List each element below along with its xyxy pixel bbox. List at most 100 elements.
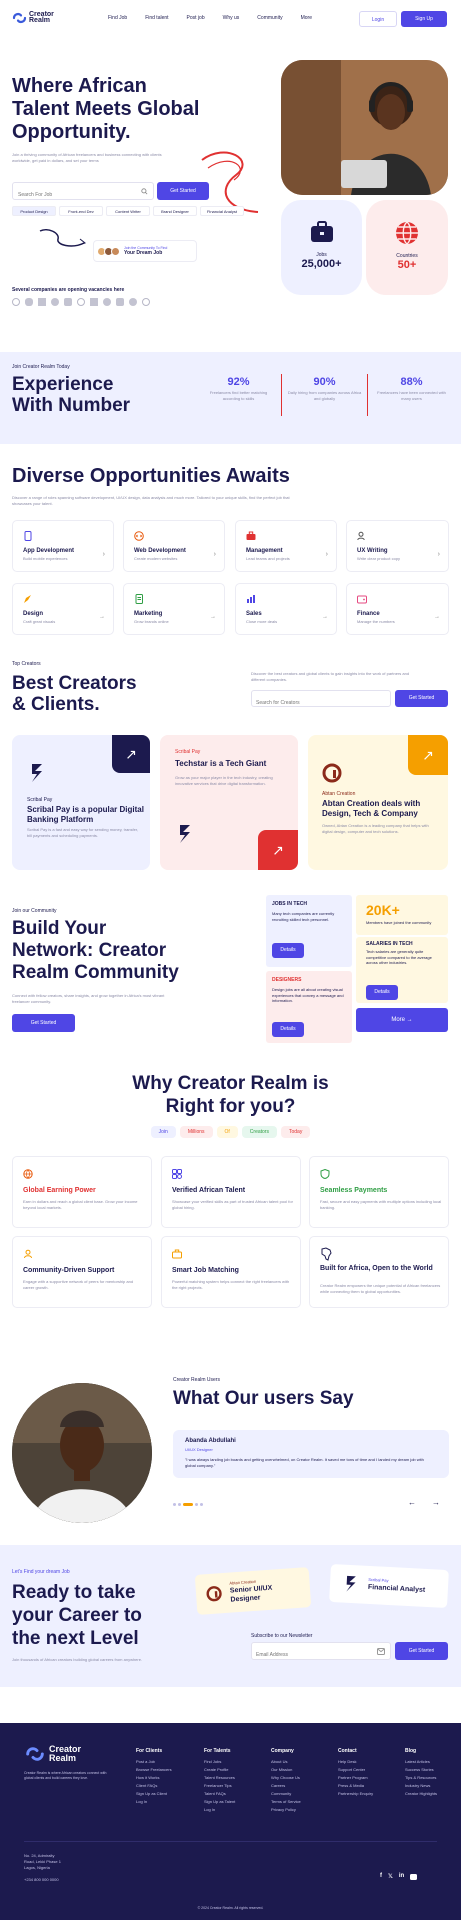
hero-tag-brand-designer[interactable]: Brand Designer: [153, 206, 197, 216]
footer-link[interactable]: Partnership Enquiry: [338, 1790, 373, 1798]
tile-details-button[interactable]: Details: [272, 1022, 304, 1037]
footer-link[interactable]: Talent FAQs: [204, 1790, 235, 1798]
hero-get-started-button[interactable]: Get Started: [157, 182, 209, 200]
category-card-management[interactable]: Management Lead teams and projects ›: [235, 520, 337, 572]
nav-why-us[interactable]: Why us: [223, 15, 240, 21]
tile-details-button[interactable]: Details: [272, 943, 304, 958]
category-card-marketing[interactable]: Marketing Grow brands online →: [123, 583, 225, 635]
creator-card-tag: Scribal Pay: [175, 749, 201, 755]
category-card-web-development[interactable]: Web Development Create modern websites ›: [123, 520, 225, 572]
nav-find-job[interactable]: Find Job: [108, 15, 127, 21]
carousel-dot[interactable]: [178, 1503, 181, 1506]
brand-logo[interactable]: Creator Realm: [12, 11, 54, 24]
signup-button[interactable]: Sign Up: [401, 11, 447, 27]
linkedin-icon[interactable]: in: [399, 1873, 404, 1880]
category-card-sales[interactable]: Sales Close more deals →: [235, 583, 337, 635]
footer-link[interactable]: Careers: [271, 1782, 301, 1790]
community-more-button[interactable]: More →: [356, 1008, 448, 1032]
cta-get-started-button[interactable]: Get Started: [395, 1642, 448, 1660]
testimonial-quote: "I was always landing job boards and get…: [185, 1457, 424, 1468]
hero-tag-product-design[interactable]: Product Design: [12, 206, 56, 216]
creator-card-abtan[interactable]: ↗ Abtan Creation Abtan Creation deals wi…: [308, 735, 448, 870]
search-icon[interactable]: [141, 188, 148, 195]
hero-tag-content-writer[interactable]: Content Writer: [106, 206, 150, 216]
arrow-left-icon[interactable]: ←: [408, 1498, 416, 1507]
footer-link[interactable]: Talent Resources: [204, 1774, 235, 1782]
hero-search-input[interactable]: [18, 187, 128, 203]
youtube-icon[interactable]: [410, 1874, 418, 1880]
abtan-logo-icon: [322, 763, 342, 783]
testimonial-card: Abanda Abdullahi UI/UX Designer "I was a…: [173, 1430, 449, 1478]
footer-link[interactable]: Community: [271, 1790, 301, 1798]
footer-link[interactable]: Help Desk: [338, 1758, 373, 1766]
footer-link[interactable]: About Us: [271, 1758, 301, 1766]
company-logo-icon: [51, 298, 59, 306]
category-card-design[interactable]: Design Craft great visuals →: [12, 583, 114, 635]
hero-tag-financial-analyst[interactable]: Financial Analyst: [200, 206, 244, 216]
footer-logo[interactable]: Creator Realm: [24, 1745, 81, 1763]
bar-chart-icon: [247, 595, 255, 603]
footer-link[interactable]: Press & Media: [338, 1782, 373, 1790]
category-card-app-development[interactable]: App Development Build mobile experiences…: [12, 520, 114, 572]
footer-desc: Creator Realm is where African creators …: [24, 1771, 107, 1780]
footer-link[interactable]: Privacy Policy: [271, 1806, 301, 1814]
footer-link[interactable]: Partner Program: [338, 1774, 373, 1782]
community-get-started-button[interactable]: Get Started: [12, 1014, 75, 1032]
carousel-dot[interactable]: [195, 1503, 198, 1506]
nav-post-job[interactable]: Post job: [187, 15, 205, 21]
x-twitter-icon[interactable]: 𝕏: [388, 1873, 393, 1880]
footer-link[interactable]: Why Choose Us: [271, 1774, 301, 1782]
carousel-dot[interactable]: [200, 1503, 203, 1506]
footer-link[interactable]: Industry News: [405, 1782, 437, 1790]
hero-tag-frontend[interactable]: Front-end Dev: [59, 206, 103, 216]
category-title: Web Development: [134, 548, 186, 554]
footer-link[interactable]: Client FAQs: [136, 1782, 172, 1790]
tile-details-button[interactable]: Details: [366, 985, 398, 1000]
creators-get-started-button[interactable]: Get Started: [395, 690, 448, 707]
tile-desc: Design jobs are all about creating visua…: [272, 987, 344, 1003]
footer-link[interactable]: Terms of Service: [271, 1798, 301, 1806]
footer-link[interactable]: Browse Freelancers: [136, 1766, 172, 1774]
category-card-ux-writing[interactable]: UX Writing Write clear product copy ›: [346, 520, 449, 572]
footer-link[interactable]: Freelancer Tips: [204, 1782, 235, 1790]
creator-card-scribal-pay[interactable]: ↗ Scribal Pay Scribal Pay is a popular D…: [12, 735, 150, 870]
why-pill: Today: [280, 1126, 311, 1138]
footer-link[interactable]: Support Center: [338, 1766, 373, 1774]
arrow-up-right-button[interactable]: ↗: [258, 830, 298, 870]
footer-link[interactable]: Post a Job: [136, 1758, 172, 1766]
feature-title: Built for Africa, Open to the World: [320, 1265, 433, 1272]
footer-link[interactable]: How it Works: [136, 1774, 172, 1782]
category-card-finance[interactable]: Finance Manage the numbers →: [346, 583, 449, 635]
testimonial-photo: [12, 1383, 152, 1523]
nav-more[interactable]: More: [301, 15, 312, 21]
footer-link[interactable]: Sign Up as Client: [136, 1790, 172, 1798]
footer-link[interactable]: Create Profile: [204, 1766, 235, 1774]
creator-card-techstar[interactable]: ↗ Scribal Pay Techstar is a Tech Giant G…: [160, 735, 298, 870]
footer-link[interactable]: Log In: [136, 1798, 172, 1806]
cta-section: Let's Find your dream Job Ready to take …: [0, 1545, 461, 1687]
footer-link[interactable]: Log In: [204, 1806, 235, 1814]
stat-jobs-value: 25,000+: [301, 258, 342, 270]
arrow-up-right-button[interactable]: ↗: [112, 735, 150, 773]
feature-desc: Powerful matching system helps connect t…: [172, 1279, 290, 1290]
logo-mark-icon: [12, 12, 27, 24]
nav-find-talent[interactable]: Find talent: [145, 15, 168, 21]
job-card-senior-designer: Abtan Creation Senior UI/UX Designer: [194, 1567, 312, 1615]
carousel-dot-active[interactable]: [183, 1503, 193, 1506]
creators-search-input[interactable]: [256, 695, 376, 711]
footer-link[interactable]: Our Mission: [271, 1766, 301, 1774]
footer-link[interactable]: Success Stories: [405, 1766, 437, 1774]
footer-column-head: For Talents: [204, 1748, 231, 1754]
footer-link[interactable]: Latest Articles: [405, 1758, 437, 1766]
nav-community[interactable]: Community: [257, 15, 282, 21]
facebook-icon[interactable]: f: [380, 1873, 382, 1880]
footer-link[interactable]: Tips & Resources: [405, 1774, 437, 1782]
arrow-right-icon[interactable]: →: [432, 1498, 440, 1507]
newsletter-email-input[interactable]: [256, 1647, 376, 1663]
footer-link[interactable]: Creator Highlights: [405, 1790, 437, 1798]
footer-link[interactable]: Sign Up as Talent: [204, 1798, 235, 1806]
footer-link[interactable]: Find Jobs: [204, 1758, 235, 1766]
carousel-dot[interactable]: [173, 1503, 176, 1506]
arrow-up-right-button[interactable]: ↗: [408, 735, 448, 775]
login-button[interactable]: Login: [359, 11, 397, 27]
